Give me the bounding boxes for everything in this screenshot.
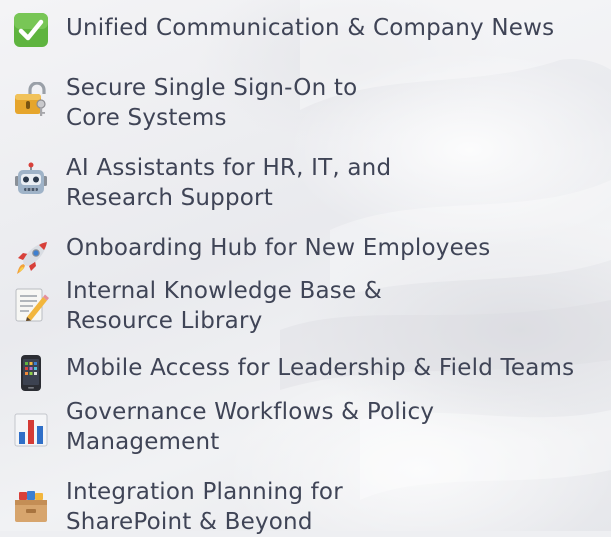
mobile-phone-icon — [13, 355, 49, 391]
robot-icon — [13, 162, 49, 198]
feature-list: Unified Communication & Company News Sec… — [0, 0, 611, 535]
feature-label: Governance Workflows & Policy Management — [66, 399, 435, 455]
feature-label: Integration Planning for SharePoint & Be… — [66, 479, 343, 535]
check-mark-icon — [13, 12, 49, 48]
feature-label: Secure Single Sign-On to Core Systems — [66, 75, 358, 131]
lock-key-icon — [13, 82, 49, 118]
memo-icon — [13, 287, 49, 323]
bar-chart-icon — [13, 412, 49, 448]
feature-label: Unified Communication & Company News — [66, 15, 555, 41]
rocket-icon — [13, 240, 49, 276]
card-file-box-icon — [13, 488, 49, 524]
feature-label: Onboarding Hub for New Employees — [66, 235, 491, 261]
feature-label: AI Assistants for HR, IT, and Research S… — [66, 155, 392, 211]
feature-label: Internal Knowledge Base & Resource Libra… — [66, 278, 382, 334]
feature-label: Mobile Access for Leadership & Field Tea… — [66, 355, 575, 381]
